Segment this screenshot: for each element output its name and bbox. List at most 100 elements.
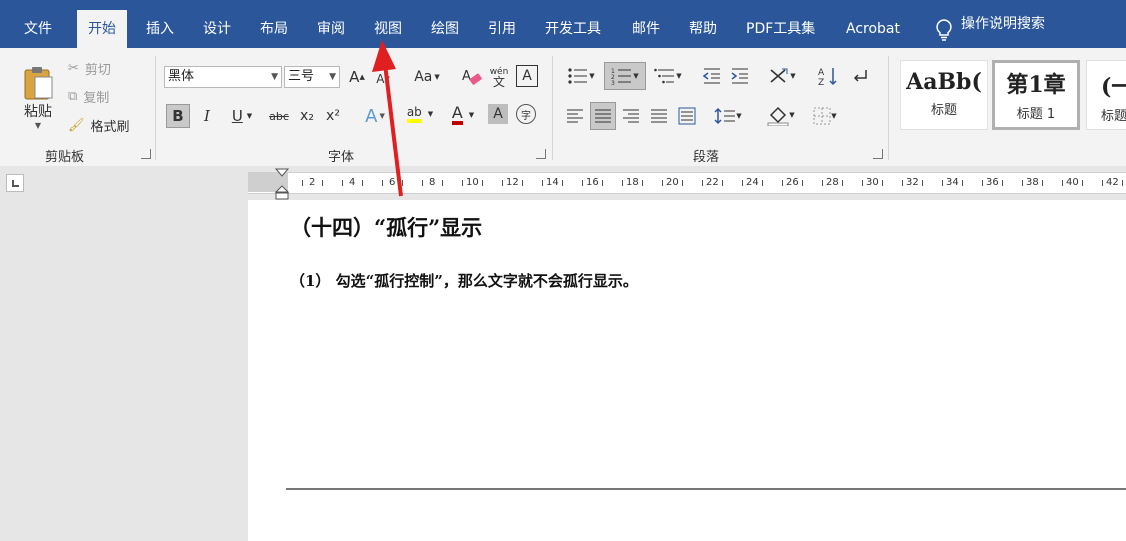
font-color-button[interactable]: A ▼	[444, 102, 482, 128]
lightbulb-icon	[936, 19, 952, 41]
ruler-tick	[942, 180, 943, 186]
tab-acrobat[interactable]: Acrobat	[846, 0, 900, 48]
clipboard-launcher-icon[interactable]	[141, 149, 151, 159]
ruler-tick	[822, 180, 823, 186]
superscript-button[interactable]: x²	[322, 104, 344, 128]
character-border-button[interactable]: A	[516, 65, 538, 87]
subscript-button[interactable]: x₂	[296, 104, 318, 128]
tab-insert[interactable]: 插入	[146, 0, 174, 48]
tab-developer[interactable]: 开发工具	[545, 0, 601, 48]
align-right-button[interactable]	[620, 104, 642, 128]
increase-indent-button[interactable]	[728, 64, 752, 88]
ruler-tick	[922, 180, 923, 186]
tab-review[interactable]: 审阅	[317, 0, 345, 48]
clear-formatting-button[interactable]: A	[460, 65, 484, 89]
paste-label: 粘贴	[24, 103, 52, 120]
change-case-button[interactable]: Aa ▼	[410, 66, 444, 88]
sort-button[interactable]: AZ	[816, 64, 840, 88]
tab-layout[interactable]: 布局	[260, 0, 288, 48]
horizontal-ruler[interactable]: 2 4 6 8 10 12 14 16 18 20 22 24 26 28 30 32 34 36 38 40 42	[248, 172, 1126, 194]
borders-button[interactable]: ▼	[806, 104, 844, 128]
distributed-icon	[678, 107, 696, 125]
tab-selector-icon[interactable]	[6, 174, 24, 192]
text-effects-icon: A	[365, 105, 378, 127]
paste-button[interactable]: 粘贴 ▼	[16, 58, 60, 136]
phonetic-guide-bottom: 文	[492, 75, 505, 89]
copy-icon: ⧉	[68, 88, 78, 104]
bold-button[interactable]: B	[166, 104, 190, 128]
enclose-characters-button[interactable]: 字	[516, 104, 536, 124]
numbered-list-icon: 123	[611, 68, 632, 85]
menu-bar: 文件 开始 插入 设计 布局 审阅 视图 绘图 引用 开发工具 邮件 帮助 PD…	[0, 0, 1126, 48]
ruler-label: 20	[666, 177, 679, 188]
ruler-tick	[1062, 180, 1063, 186]
grow-font-button[interactable]: A ▲	[348, 66, 366, 88]
ruler-label: 38	[1026, 177, 1039, 188]
numbering-button[interactable]: 123 ▼	[604, 62, 646, 90]
ruler-label: 26	[786, 177, 799, 188]
strikethrough-button[interactable]: abc	[266, 104, 292, 128]
tab-mailings[interactable]: 邮件	[632, 0, 660, 48]
tab-pdf-tools[interactable]: PDF工具集	[746, 0, 815, 48]
decrease-indent-button[interactable]	[700, 64, 724, 88]
document-heading: （十四）“孤行”显示	[290, 215, 483, 240]
bullet-list-icon	[568, 68, 588, 84]
tab-home[interactable]: 开始	[77, 10, 127, 48]
align-center-button[interactable]	[590, 102, 616, 130]
text-effects-button[interactable]: A ▼	[360, 104, 390, 128]
ruler-tick	[542, 180, 543, 186]
indent-marker-icon[interactable]	[275, 168, 289, 200]
tell-me-search[interactable]: 操作说明搜索	[935, 0, 1045, 48]
line-spacing-button[interactable]: ▼	[710, 104, 746, 128]
font-color-icon: A	[451, 105, 463, 125]
cut-button[interactable]: ✂ 剪切	[68, 58, 111, 78]
ruler-tick	[862, 180, 863, 186]
ruler-label: 12	[506, 177, 519, 188]
bullets-button[interactable]: ▼	[564, 64, 598, 88]
multilevel-list-button[interactable]: ▼	[650, 64, 686, 88]
format-painter-button[interactable]: 🖌 格式刷	[68, 115, 130, 135]
align-left-button[interactable]	[564, 104, 586, 128]
shading-button[interactable]: ▼	[762, 102, 800, 128]
ruler-tick	[722, 180, 723, 186]
ruler-tick	[1082, 180, 1083, 186]
chevron-down-icon: ▼	[34, 120, 42, 130]
underline-button[interactable]: U ▼	[224, 104, 260, 128]
font-group-label: 字体	[328, 150, 355, 165]
chinese-layout-button[interactable]: ▼	[764, 64, 800, 88]
style-title[interactable]: AaBb( 标题	[900, 60, 988, 130]
tab-view[interactable]: 视图	[374, 0, 402, 48]
ruler-label: 18	[626, 177, 639, 188]
ruler-tick	[702, 180, 703, 186]
tab-design[interactable]: 设计	[203, 0, 231, 48]
style-heading-1[interactable]: 第1章 标题 1	[992, 60, 1080, 130]
copy-button[interactable]: ⧉ 复制	[68, 86, 109, 106]
show-marks-button[interactable]	[848, 64, 872, 88]
ruler-tick	[402, 180, 403, 186]
paragraph-launcher-icon[interactable]	[873, 149, 883, 159]
character-shading-button[interactable]: A	[488, 104, 508, 124]
group-divider	[552, 56, 553, 160]
tab-references[interactable]: 引用	[488, 0, 516, 48]
font-name-combo[interactable]: 黑体 ▼	[164, 66, 282, 88]
tab-file[interactable]: 文件	[24, 0, 52, 48]
font-size-combo[interactable]: 三号 ▼	[284, 66, 340, 88]
format-painter-label: 格式刷	[90, 119, 130, 135]
svg-text:A: A	[462, 69, 471, 84]
shrink-font-button[interactable]: A ▼	[374, 68, 392, 90]
distributed-button[interactable]	[676, 104, 698, 128]
italic-button[interactable]: I	[196, 104, 218, 128]
highlighter-icon: ab	[406, 105, 422, 123]
font-launcher-icon[interactable]	[536, 149, 546, 159]
tab-help[interactable]: 帮助	[689, 0, 717, 48]
phonetic-guide-button[interactable]: wén 文	[488, 64, 510, 90]
style-title-label: 标题	[930, 103, 957, 118]
increase-indent-icon	[731, 68, 748, 84]
tab-draw[interactable]: 绘图	[431, 0, 459, 48]
ruler-tick	[682, 180, 683, 186]
enclose-characters-icon: 字	[521, 110, 531, 122]
navigation-margin	[0, 166, 248, 541]
style-heading-2[interactable]: (一 标题	[1086, 60, 1126, 130]
highlight-button[interactable]: ab ▼	[400, 100, 440, 128]
justify-button[interactable]	[648, 104, 670, 128]
